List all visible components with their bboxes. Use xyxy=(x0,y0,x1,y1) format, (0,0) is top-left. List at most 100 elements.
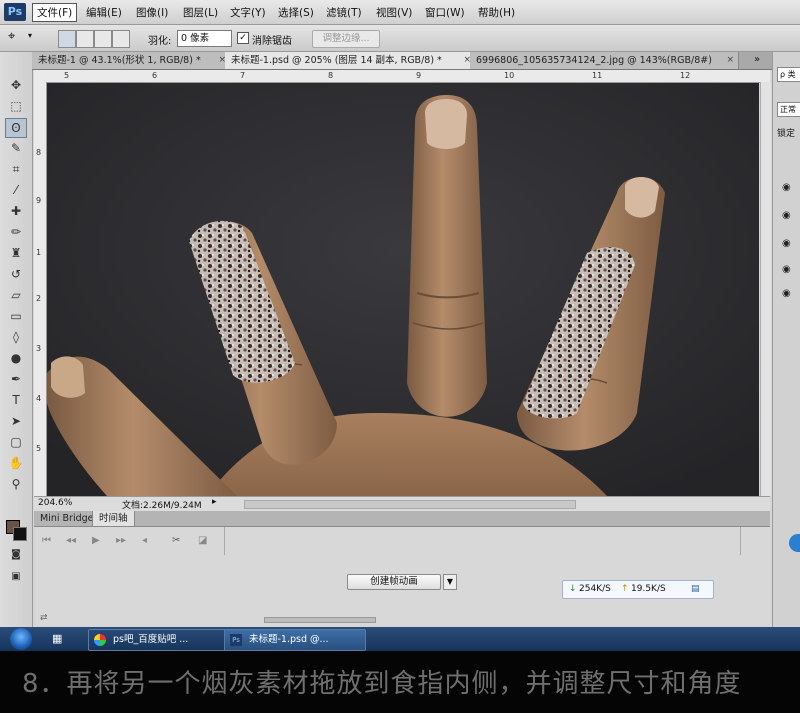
tab-document-3[interactable]: 6996806_105635734124_2.jpg @ 143%(RGB/8#… xyxy=(470,52,739,69)
previous-frame-icon[interactable]: ◂◂ xyxy=(66,535,76,546)
tab-mini-bridge[interactable]: Mini Bridge xyxy=(34,511,99,526)
background-color-swatch[interactable] xyxy=(13,527,27,541)
clone-stamp-tool-icon[interactable]: ♜ xyxy=(6,244,26,262)
hand-tool-icon[interactable]: ✋ xyxy=(6,454,26,472)
first-frame-icon[interactable]: ⏮ xyxy=(42,535,51,546)
menu-window[interactable]: 窗口(W) xyxy=(425,5,465,20)
pen-tool-icon[interactable]: ✒ xyxy=(6,370,26,388)
menu-help[interactable]: 帮助(H) xyxy=(478,5,515,20)
photoshop-icon: Ps xyxy=(230,634,242,646)
ruler-tick: 5 xyxy=(64,71,70,80)
tutorial-step-caption: 8．再将另一个烟灰素材拖放到食指内侧，并调整尺寸和角度 xyxy=(22,669,742,699)
audio-icon[interactable]: ◂ xyxy=(142,535,147,546)
antialias-checkbox[interactable]: ✓ xyxy=(237,32,249,44)
dodge-tool-icon[interactable]: ● xyxy=(6,349,26,367)
bottom-panel-tabs: Mini Bridge 时间轴 xyxy=(34,511,770,527)
menu-bar: Ps 文件(F) 编辑(E) 图像(I) 图层(L) 文字(Y) 选择(S) 滤… xyxy=(0,0,800,25)
menu-image[interactable]: 图像(I) xyxy=(136,5,168,20)
menu-edit[interactable]: 编辑(E) xyxy=(86,5,122,20)
blur-tool-icon[interactable]: ◊ xyxy=(6,328,26,346)
tabs-overflow-icon[interactable]: » xyxy=(754,54,760,65)
network-monitor-icon[interactable]: ▤ xyxy=(691,581,700,598)
zoom-level[interactable]: 204.6% xyxy=(38,498,72,508)
visibility-eye-icon[interactable]: ◉ xyxy=(782,288,791,299)
intersect-selection-icon[interactable] xyxy=(112,30,130,48)
shape-tool-icon[interactable]: ▢ xyxy=(6,433,26,451)
visibility-eye-icon[interactable]: ◉ xyxy=(782,238,791,249)
ruler-tick: 8 xyxy=(328,71,334,80)
eyedropper-tool-icon[interactable]: ⁄ xyxy=(6,181,26,199)
ruler-tick: 7 xyxy=(240,71,246,80)
ruler-tick: 12 xyxy=(680,71,691,80)
network-speed-widget: ↓ 254K/S ↑ 19.5K/S ▤ xyxy=(562,580,714,599)
antialias-label: 消除锯齿 xyxy=(252,36,292,47)
polygonal-lasso-preset-icon[interactable]: ⌖ xyxy=(8,29,15,44)
chevron-down-icon[interactable]: ▼ xyxy=(443,574,457,590)
tab-timeline[interactable]: 时间轴 xyxy=(92,511,135,526)
play-icon[interactable]: ▶ xyxy=(92,535,100,546)
blend-mode-select[interactable]: 正常 xyxy=(777,102,800,117)
canvas-vertical-scrollbar[interactable] xyxy=(760,82,771,496)
show-desktop-icon[interactable]: ▦ xyxy=(52,632,62,645)
screen-mode-icon[interactable]: ▣ xyxy=(6,568,26,586)
ruler-tick: 5 xyxy=(36,444,42,453)
refine-edge-button[interactable]: 调整边缘... xyxy=(312,30,380,48)
path-select-tool-icon[interactable]: ➤ xyxy=(6,412,26,430)
chevron-down-icon[interactable]: ▾ xyxy=(28,31,32,40)
menu-select[interactable]: 选择(S) xyxy=(278,5,314,20)
layer-filter-field[interactable]: ρ 类 xyxy=(777,67,800,82)
healing-brush-tool-icon[interactable]: ✚ xyxy=(6,202,26,220)
floating-assistant-icon[interactable] xyxy=(789,534,800,552)
visibility-eye-icon[interactable]: ◉ xyxy=(782,210,791,221)
crop-tool-icon[interactable]: ⌗ xyxy=(6,160,26,178)
add-selection-icon[interactable] xyxy=(76,30,94,48)
history-brush-tool-icon[interactable]: ↺ xyxy=(6,265,26,283)
timeline-zoom-slider[interactable] xyxy=(264,617,376,623)
canvas-horizontal-scrollbar[interactable] xyxy=(244,500,576,509)
visibility-eye-icon[interactable]: ◉ xyxy=(782,182,791,193)
ruler-tick: 2 xyxy=(36,294,42,303)
status-menu-arrow-icon[interactable]: ▸ xyxy=(212,497,217,507)
eraser-tool-icon[interactable]: ▱ xyxy=(6,286,26,304)
quick-select-tool-icon[interactable]: ✎ xyxy=(6,139,26,157)
ruler-tick: 4 xyxy=(36,394,42,403)
lock-label: 锁定 xyxy=(777,129,796,139)
type-tool-icon[interactable]: T xyxy=(6,391,26,409)
start-button-icon[interactable] xyxy=(10,628,32,650)
zoom-tool-icon[interactable]: ⚲ xyxy=(6,475,26,493)
menu-file[interactable]: 文件(F) xyxy=(32,3,78,22)
document-canvas[interactable] xyxy=(47,83,759,496)
vertical-ruler: 8 9 1 2 3 4 5 xyxy=(34,82,47,496)
feather-input[interactable]: 0 像素 xyxy=(177,30,232,47)
quick-mask-icon[interactable]: ◙ xyxy=(6,546,26,564)
upload-arrow-icon: ↑ xyxy=(621,584,629,594)
visibility-eye-icon[interactable]: ◉ xyxy=(782,264,791,275)
scissors-icon[interactable]: ✂ xyxy=(172,535,180,546)
menu-view[interactable]: 视图(V) xyxy=(376,5,412,20)
transition-icon[interactable]: ◪ xyxy=(198,535,207,546)
new-selection-icon[interactable] xyxy=(58,30,76,48)
taskbar-item-browser[interactable]: ps吧_百度贴吧 ... xyxy=(88,629,232,651)
photoshop-logo: Ps xyxy=(4,3,26,21)
next-frame-icon[interactable]: ▸▸ xyxy=(116,535,126,546)
tab-label: 6996806_105635734124_2.jpg @ 143%(RGB/8#… xyxy=(476,55,712,66)
ruler-tick: 11 xyxy=(592,71,603,80)
menu-layer[interactable]: 图层(L) xyxy=(183,5,218,20)
menu-type[interactable]: 文字(Y) xyxy=(230,5,266,20)
close-icon[interactable]: × xyxy=(726,52,734,69)
move-tool-icon[interactable]: ✥ xyxy=(6,76,26,94)
marquee-tool-icon[interactable]: ⬚ xyxy=(6,97,26,115)
lasso-tool-icon[interactable]: ʘ xyxy=(5,118,27,138)
subtract-selection-icon[interactable] xyxy=(94,30,112,48)
gradient-tool-icon[interactable]: ▭ xyxy=(6,307,26,325)
document-tab-bar: 未标题-1 @ 43.1%(形状 1, RGB/8) * × 未标题-1.psd… xyxy=(32,52,772,70)
tab-document-2[interactable]: 未标题-1.psd @ 205% (图层 14 副本, RGB/8) * × xyxy=(225,52,476,69)
taskbar-item-photoshop[interactable]: Ps 未标题-1.psd @... xyxy=(224,629,366,651)
tab-label: 未标题-1 @ 43.1%(形状 1, RGB/8) * xyxy=(38,55,201,66)
render-video-icon[interactable]: ⇄ xyxy=(40,613,48,623)
tab-document-1[interactable]: 未标题-1 @ 43.1%(形状 1, RGB/8) * × xyxy=(32,52,231,69)
tutorial-caption-bar: 8．再将另一个烟灰素材拖放到食指内侧，并调整尺寸和角度 xyxy=(0,651,800,713)
menu-filter[interactable]: 滤镜(T) xyxy=(326,5,362,20)
create-frame-animation-button[interactable]: 创建帧动画 xyxy=(347,574,441,590)
brush-tool-icon[interactable]: ✏ xyxy=(6,223,26,241)
